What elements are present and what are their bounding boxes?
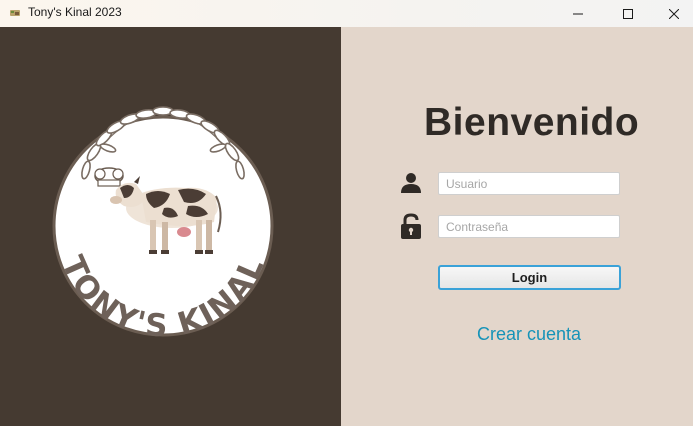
password-input[interactable]	[438, 215, 620, 238]
maximize-icon	[623, 8, 633, 19]
title-bar: Tony's Kinal 2023	[0, 0, 693, 27]
minimize-icon	[573, 13, 583, 14]
app-icon	[10, 10, 20, 16]
close-button[interactable]	[651, 0, 693, 27]
login-button[interactable]: Login	[438, 265, 621, 290]
tonys-kinal-logo: TONY'S KINAL	[52, 106, 274, 344]
username-input[interactable]	[438, 172, 620, 195]
user-icon	[401, 173, 421, 193]
close-icon	[669, 8, 679, 19]
create-account-link[interactable]: Crear cuenta	[477, 324, 581, 345]
chef-hat-icon	[94, 167, 124, 187]
window-title: Tony's Kinal 2023	[28, 5, 122, 19]
welcome-heading: Bienvenido	[424, 101, 640, 144]
lock-icon	[401, 213, 421, 239]
minimize-button[interactable]	[555, 0, 601, 27]
maximize-button[interactable]	[605, 0, 651, 27]
